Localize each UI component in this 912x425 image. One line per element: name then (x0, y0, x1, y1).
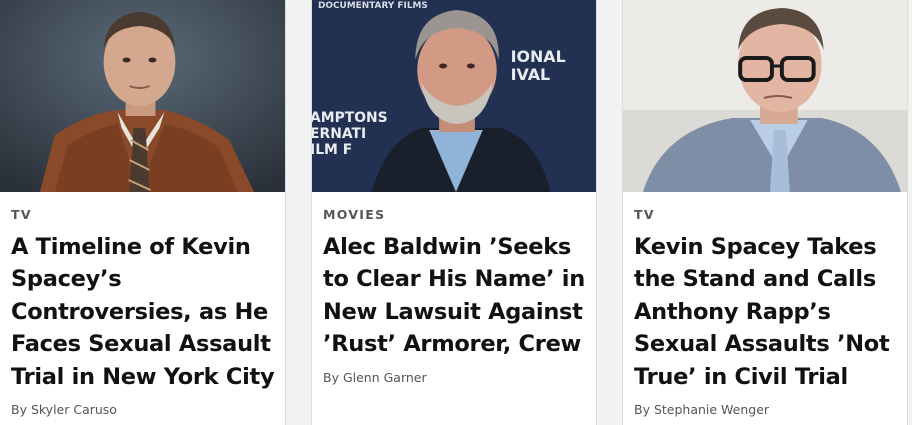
article-category[interactable]: TV (634, 207, 655, 222)
kevin-spacey-courtroom-photo (623, 0, 907, 192)
backdrop-text: IONAL (511, 47, 566, 66)
article-headline[interactable]: Alec Baldwin ’Seeks to Clear His Name’ i… (323, 231, 593, 361)
article-category[interactable]: MOVIES (323, 207, 385, 222)
article-image-3[interactable] (623, 0, 907, 192)
backdrop-text: IVAL (511, 65, 551, 84)
article-image-1[interactable] (0, 0, 285, 192)
article-card-3[interactable]: TV Kevin Spacey Takes the Stand and Call… (622, 0, 908, 425)
backdrop-text: DOCUMENTARY FILMS (318, 1, 428, 11)
article-headline[interactable]: Kevin Spacey Takes the Stand and Calls A… (634, 231, 907, 393)
article-headline[interactable]: A Timeline of Kevin Spacey’s Controversi… (11, 231, 279, 393)
article-card-1[interactable]: TV A Timeline of Kevin Spacey’s Controve… (0, 0, 286, 425)
article-category[interactable]: TV (11, 207, 32, 222)
alec-baldwin-photo: DOCUMENTARY FILMS IONAL IVAL AMPTONS ERN… (312, 0, 596, 192)
backdrop-text: AMPTONS (312, 110, 388, 126)
article-byline: By Stephanie Wenger (634, 402, 770, 417)
article-byline: By Glenn Garner (323, 370, 427, 385)
backdrop-text: ILM F (312, 142, 352, 158)
article-byline: By Skyler Caruso (11, 402, 117, 417)
article-card-2[interactable]: DOCUMENTARY FILMS IONAL IVAL AMPTONS ERN… (311, 0, 597, 425)
article-image-2[interactable]: DOCUMENTARY FILMS IONAL IVAL AMPTONS ERN… (312, 0, 596, 192)
kevin-spacey-photo (0, 0, 285, 192)
backdrop-text: ERNATI (312, 126, 366, 142)
